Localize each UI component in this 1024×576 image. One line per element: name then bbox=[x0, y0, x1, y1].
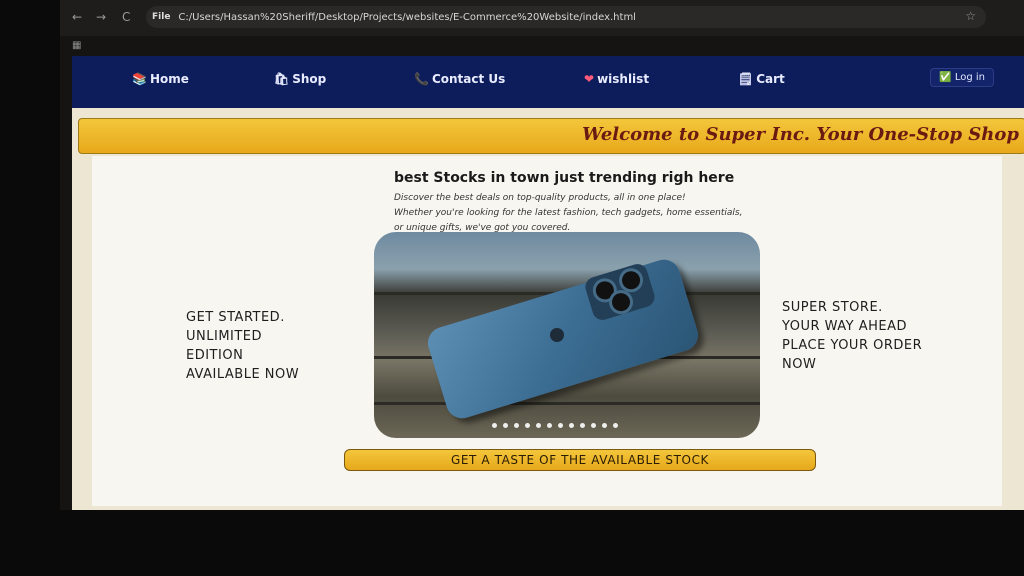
carousel-dot[interactable] bbox=[591, 423, 596, 428]
nav-wishlist[interactable]: ❤ wishlist bbox=[584, 72, 649, 86]
back-icon[interactable]: ← bbox=[72, 10, 82, 24]
promo-right-line-1: SUPER STORE. bbox=[782, 300, 883, 315]
carousel-indicators[interactable] bbox=[492, 423, 618, 428]
hero-desc-line-1: Discover the best deals on top-quality p… bbox=[394, 193, 686, 203]
hero-title: best Stocks in town just trending righ h… bbox=[394, 170, 735, 186]
forward-icon[interactable]: → bbox=[96, 10, 106, 24]
nav-cart[interactable]: 🗒 Cart bbox=[738, 72, 785, 86]
promo-left: GET STARTED. UNLIMITED EDITION AVAILABLE… bbox=[186, 308, 299, 384]
login-label: Log in bbox=[954, 72, 985, 83]
heart-icon: ❤ bbox=[584, 72, 595, 86]
promo-right: SUPER STORE. YOUR WAY AHEAD PLACE YOUR O… bbox=[782, 298, 922, 374]
nav-home[interactable]: 📚 Home bbox=[132, 72, 189, 86]
carousel-dot[interactable] bbox=[503, 423, 508, 428]
carousel-dot[interactable] bbox=[580, 423, 585, 428]
carousel-dot[interactable] bbox=[536, 423, 541, 428]
promo-right-line-2: YOUR WAY AHEAD bbox=[782, 319, 908, 334]
nav-shop[interactable]: 🛍 Shop bbox=[274, 72, 326, 86]
nav-shop-label: Shop bbox=[292, 72, 327, 86]
promo-right-line-3: PLACE YOUR ORDER bbox=[782, 338, 923, 353]
reload-icon[interactable]: C bbox=[122, 10, 130, 24]
check-icon: ✅ bbox=[939, 72, 952, 83]
shopping-bag-icon: 🛍 bbox=[274, 72, 290, 86]
welcome-banner: Welcome to Super Inc. Your One-Stop Shop bbox=[78, 118, 1024, 154]
carousel-dot[interactable] bbox=[525, 423, 530, 428]
bench-plank-gap bbox=[374, 402, 760, 405]
browser-toolbar: ← → C File C:/Users/Hassan%20Sheriff/Des… bbox=[60, 0, 1024, 36]
carousel-dot[interactable] bbox=[569, 423, 574, 428]
nav-contact-label: Contact Us bbox=[431, 72, 506, 86]
apps-icon[interactable]: ▦ bbox=[72, 40, 81, 51]
nav-home-label: Home bbox=[149, 72, 189, 86]
cart-icon: 🗒 bbox=[738, 72, 754, 86]
books-icon: 📚 bbox=[132, 72, 147, 86]
nav-cart-label: Cart bbox=[756, 72, 785, 86]
page-viewport: 📚 Home 🛍 Shop 📞 Contact Us ❤ wishlist 🗒 … bbox=[72, 56, 1024, 510]
monitor-screen: ← → C File C:/Users/Hassan%20Sheriff/Des… bbox=[60, 0, 1024, 510]
monitor-bezel bbox=[0, 510, 1024, 576]
hero-desc-line-2: Whether you're looking for the latest fa… bbox=[394, 208, 743, 218]
url-text[interactable]: C:/Users/Hassan%20Sheriff/Desktop/Projec… bbox=[178, 12, 636, 23]
carousel-dot[interactable] bbox=[613, 423, 618, 428]
login-button[interactable]: ✅ Log in bbox=[930, 68, 994, 87]
available-stock-button[interactable]: GET A TASTE OF THE AVAILABLE STOCK bbox=[344, 449, 816, 471]
carousel-dot[interactable] bbox=[558, 423, 563, 428]
hero-description: Discover the best deals on top-quality p… bbox=[394, 191, 784, 236]
address-bar[interactable]: File C:/Users/Hassan%20Sheriff/Desktop/P… bbox=[146, 6, 986, 28]
promo-right-line-4: NOW bbox=[782, 357, 817, 372]
carousel-dot[interactable] bbox=[514, 423, 519, 428]
carousel-dot[interactable] bbox=[547, 423, 552, 428]
promo-left-line-2: UNLIMITED bbox=[186, 329, 263, 344]
file-info-chip[interactable]: File bbox=[152, 12, 170, 22]
promo-left-line-3: EDITION bbox=[186, 348, 244, 363]
promo-left-line-1: GET STARTED. bbox=[186, 310, 285, 325]
apple-logo-icon bbox=[550, 328, 564, 342]
phone-icon: 📞 bbox=[414, 72, 429, 86]
promo-left-line-4: AVAILABLE NOW bbox=[186, 367, 300, 382]
banner-text: Welcome to Super Inc. Your One-Stop Shop bbox=[582, 124, 1019, 145]
product-carousel-image[interactable] bbox=[374, 232, 760, 438]
carousel-dot[interactable] bbox=[602, 423, 607, 428]
carousel-dot[interactable] bbox=[492, 423, 497, 428]
nav-contact[interactable]: 📞 Contact Us bbox=[414, 72, 505, 86]
bookmark-star-icon[interactable]: ☆ bbox=[965, 9, 976, 23]
site-navbar: 📚 Home 🛍 Shop 📞 Contact Us ❤ wishlist 🗒 … bbox=[72, 56, 1024, 108]
smartphone-picture bbox=[423, 255, 703, 423]
hero-section: best Stocks in town just trending righ h… bbox=[92, 156, 1002, 506]
nav-wishlist-label: wishlist bbox=[597, 72, 650, 86]
